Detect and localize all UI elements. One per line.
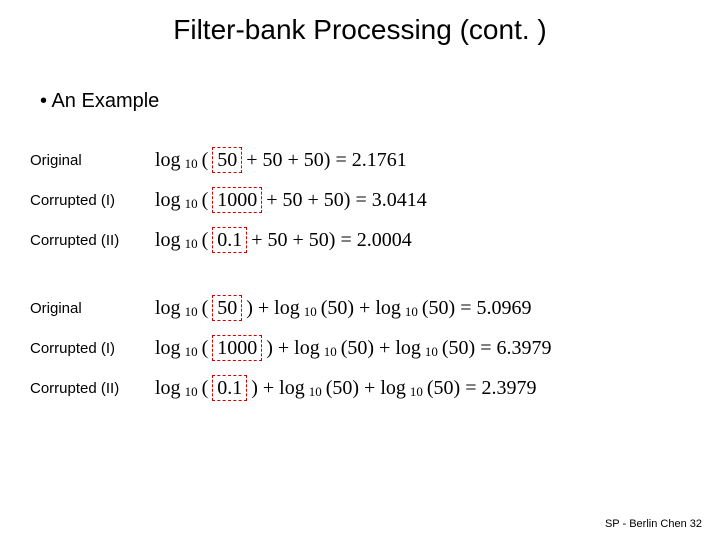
row-g2-original: Original log10 (50) + log10(50) + log10(… xyxy=(30,288,690,328)
label-corrupted1: Corrupted (I) xyxy=(30,192,155,209)
rest: + 50 + 50) = 2.0004 xyxy=(251,229,412,252)
expr-g2-0: log10 (50) + log10(50) + log10(50) = 5.0… xyxy=(155,295,532,321)
rest: + 50 + 50) = 3.0414 xyxy=(266,189,427,212)
row-g2-corrupted2: Corrupted (II) log10 (0.1) + log10(50) +… xyxy=(30,368,690,408)
mid1: ) + log xyxy=(246,297,300,320)
mid2: (50) + log xyxy=(326,377,406,400)
log-sub: 10 xyxy=(405,304,418,320)
row-g2-corrupted1: Corrupted (I) log10 (1000) + log10(50) +… xyxy=(30,328,690,368)
log-sub: 10 xyxy=(185,384,198,400)
row-g1-original: Original log10 (50 + 50 + 50) = 2.1761 xyxy=(30,140,690,180)
boxed-value: 50 xyxy=(212,295,242,321)
log-text: log xyxy=(155,149,181,172)
log-sub: 10 xyxy=(324,344,337,360)
expr-g1-0: log10 (50 + 50 + 50) = 2.1761 xyxy=(155,147,407,173)
open-paren: ( xyxy=(202,149,209,172)
mid2: (50) + log xyxy=(321,297,401,320)
label-corrupted2: Corrupted (II) xyxy=(30,232,155,249)
log-sub: 10 xyxy=(185,156,198,172)
log-sub: 10 xyxy=(304,304,317,320)
content-rows: Original log10 (50 + 50 + 50) = 2.1761 C… xyxy=(30,140,690,408)
log-text: log xyxy=(155,377,181,400)
rest: + 50 + 50) = 2.1761 xyxy=(246,149,407,172)
log-text: log xyxy=(155,297,181,320)
group-gap xyxy=(30,260,690,288)
log-text: log xyxy=(155,229,181,252)
log-sub: 10 xyxy=(185,304,198,320)
expr-g2-1: log10 (1000) + log10(50) + log10(50) = 6… xyxy=(155,335,552,361)
log-sub: 10 xyxy=(185,344,198,360)
open-paren: ( xyxy=(202,377,209,400)
boxed-value: 0.1 xyxy=(212,227,247,253)
slide-footer: SP - Berlin Chen 32 xyxy=(605,518,702,530)
boxed-value: 1000 xyxy=(212,335,262,361)
log-sub: 10 xyxy=(309,384,322,400)
log-sub: 10 xyxy=(410,384,423,400)
log-sub: 10 xyxy=(425,344,438,360)
open-paren: ( xyxy=(202,229,209,252)
rest: (50) = 2.3979 xyxy=(427,377,537,400)
expr-g1-2: log10 (0.1 + 50 + 50) = 2.0004 xyxy=(155,227,412,253)
mid1: ) + log xyxy=(266,337,320,360)
log-text: log xyxy=(155,337,181,360)
expr-g1-1: log10 (1000 + 50 + 50) = 3.0414 xyxy=(155,187,427,213)
label-original: Original xyxy=(30,152,155,169)
row-g1-corrupted1: Corrupted (I) log10 (1000 + 50 + 50) = 3… xyxy=(30,180,690,220)
label-original: Original xyxy=(30,300,155,317)
open-paren: ( xyxy=(202,337,209,360)
rest: (50) = 6.3979 xyxy=(442,337,552,360)
boxed-value: 50 xyxy=(212,147,242,173)
expr-g2-2: log10 (0.1) + log10(50) + log10(50) = 2.… xyxy=(155,375,537,401)
mid1: ) + log xyxy=(251,377,305,400)
label-corrupted2: Corrupted (II) xyxy=(30,380,155,397)
boxed-value: 0.1 xyxy=(212,375,247,401)
log-sub: 10 xyxy=(185,196,198,212)
rest: (50) = 5.0969 xyxy=(422,297,532,320)
bullet-example: • An Example xyxy=(40,90,159,113)
mid2: (50) + log xyxy=(341,337,421,360)
log-sub: 10 xyxy=(185,236,198,252)
row-g1-corrupted2: Corrupted (II) log10 (0.1 + 50 + 50) = 2… xyxy=(30,220,690,260)
slide: Filter-bank Processing (cont. ) • An Exa… xyxy=(0,0,720,540)
open-paren: ( xyxy=(202,189,209,212)
label-corrupted1: Corrupted (I) xyxy=(30,340,155,357)
boxed-value: 1000 xyxy=(212,187,262,213)
log-text: log xyxy=(155,189,181,212)
open-paren: ( xyxy=(202,297,209,320)
slide-title: Filter-bank Processing (cont. ) xyxy=(0,14,720,46)
